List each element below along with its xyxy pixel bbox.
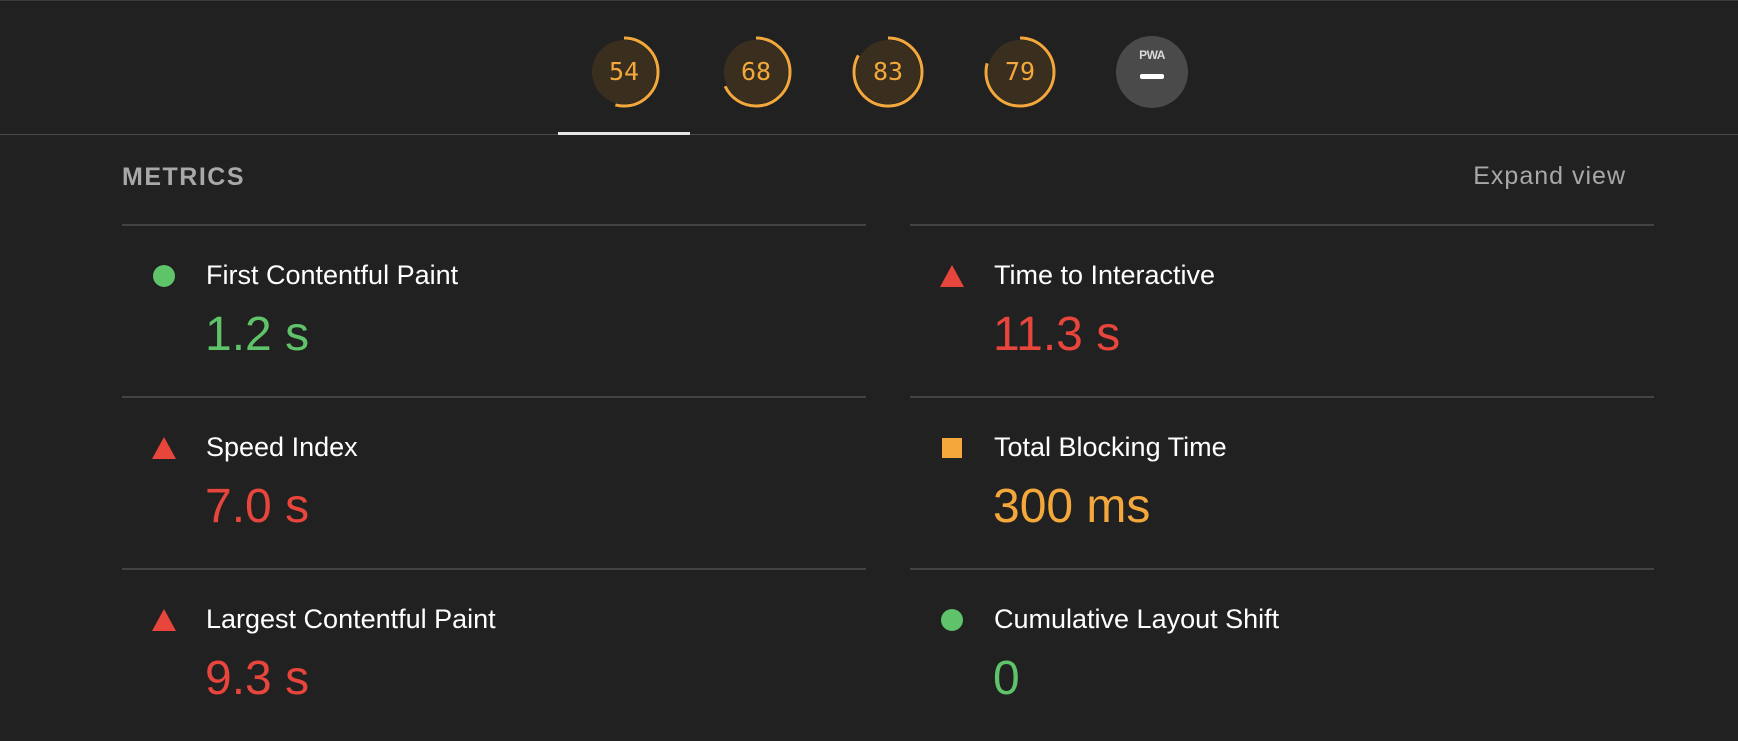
gauge-seo[interactable]: 79 bbox=[954, 0, 1086, 134]
metric-value: 0 bbox=[993, 652, 1020, 705]
metric-cumulative-layout-shift: Cumulative Layout Shift 0 bbox=[910, 568, 1654, 741]
metric-total-blocking-time: Total Blocking Time 300 ms bbox=[910, 396, 1654, 569]
pwa-dash-icon bbox=[1140, 74, 1164, 79]
green-circle-icon bbox=[941, 609, 963, 631]
metric-value: 11.3 s bbox=[993, 308, 1121, 361]
pwa-badge: PWA bbox=[1116, 36, 1188, 108]
red-triangle-icon bbox=[152, 609, 176, 631]
orange-square-icon bbox=[942, 438, 962, 458]
metric-label: Cumulative Layout Shift bbox=[994, 604, 1280, 634]
gauge-performance[interactable]: 54 bbox=[558, 0, 690, 135]
metric-value: 1.2 s bbox=[205, 308, 310, 361]
metric-largest-contentful-paint: Largest Contentful Paint 9.3 s bbox=[122, 568, 866, 741]
pwa-label: PWA bbox=[1139, 48, 1165, 62]
gauge-score: 83 bbox=[872, 57, 904, 86]
gauge-best-practices[interactable]: 83 bbox=[822, 0, 954, 134]
gauge-score: 54 bbox=[608, 57, 640, 86]
green-circle-icon bbox=[153, 265, 175, 287]
expand-view-toggle[interactable]: Expand view bbox=[1473, 162, 1626, 191]
category-gauges: 54 68 83 79 PWA bbox=[0, 0, 1738, 135]
metric-value: 7.0 s bbox=[205, 480, 310, 533]
metric-label: Speed Index bbox=[206, 432, 358, 462]
gauge-score: 79 bbox=[1004, 57, 1036, 86]
metric-first-contentful-paint: First Contentful Paint 1.2 s bbox=[122, 224, 866, 397]
gauge-accessibility[interactable]: 68 bbox=[690, 0, 822, 134]
metric-label: Time to Interactive bbox=[994, 260, 1216, 290]
metric-value: 9.3 s bbox=[205, 652, 310, 705]
metrics-title: METRICS bbox=[122, 163, 245, 191]
metric-time-to-interactive: Time to Interactive 11.3 s bbox=[910, 224, 1654, 397]
red-triangle-icon bbox=[152, 437, 176, 459]
gauge-score: 68 bbox=[740, 57, 772, 86]
metric-label: First Contentful Paint bbox=[206, 260, 459, 290]
gauge-pwa[interactable]: PWA bbox=[1086, 0, 1218, 134]
metric-value: 300 ms bbox=[993, 480, 1151, 533]
metric-speed-index: Speed Index 7.0 s bbox=[122, 396, 866, 569]
red-triangle-icon bbox=[940, 265, 964, 287]
metric-label: Total Blocking Time bbox=[994, 432, 1227, 462]
metric-label: Largest Contentful Paint bbox=[206, 604, 496, 634]
